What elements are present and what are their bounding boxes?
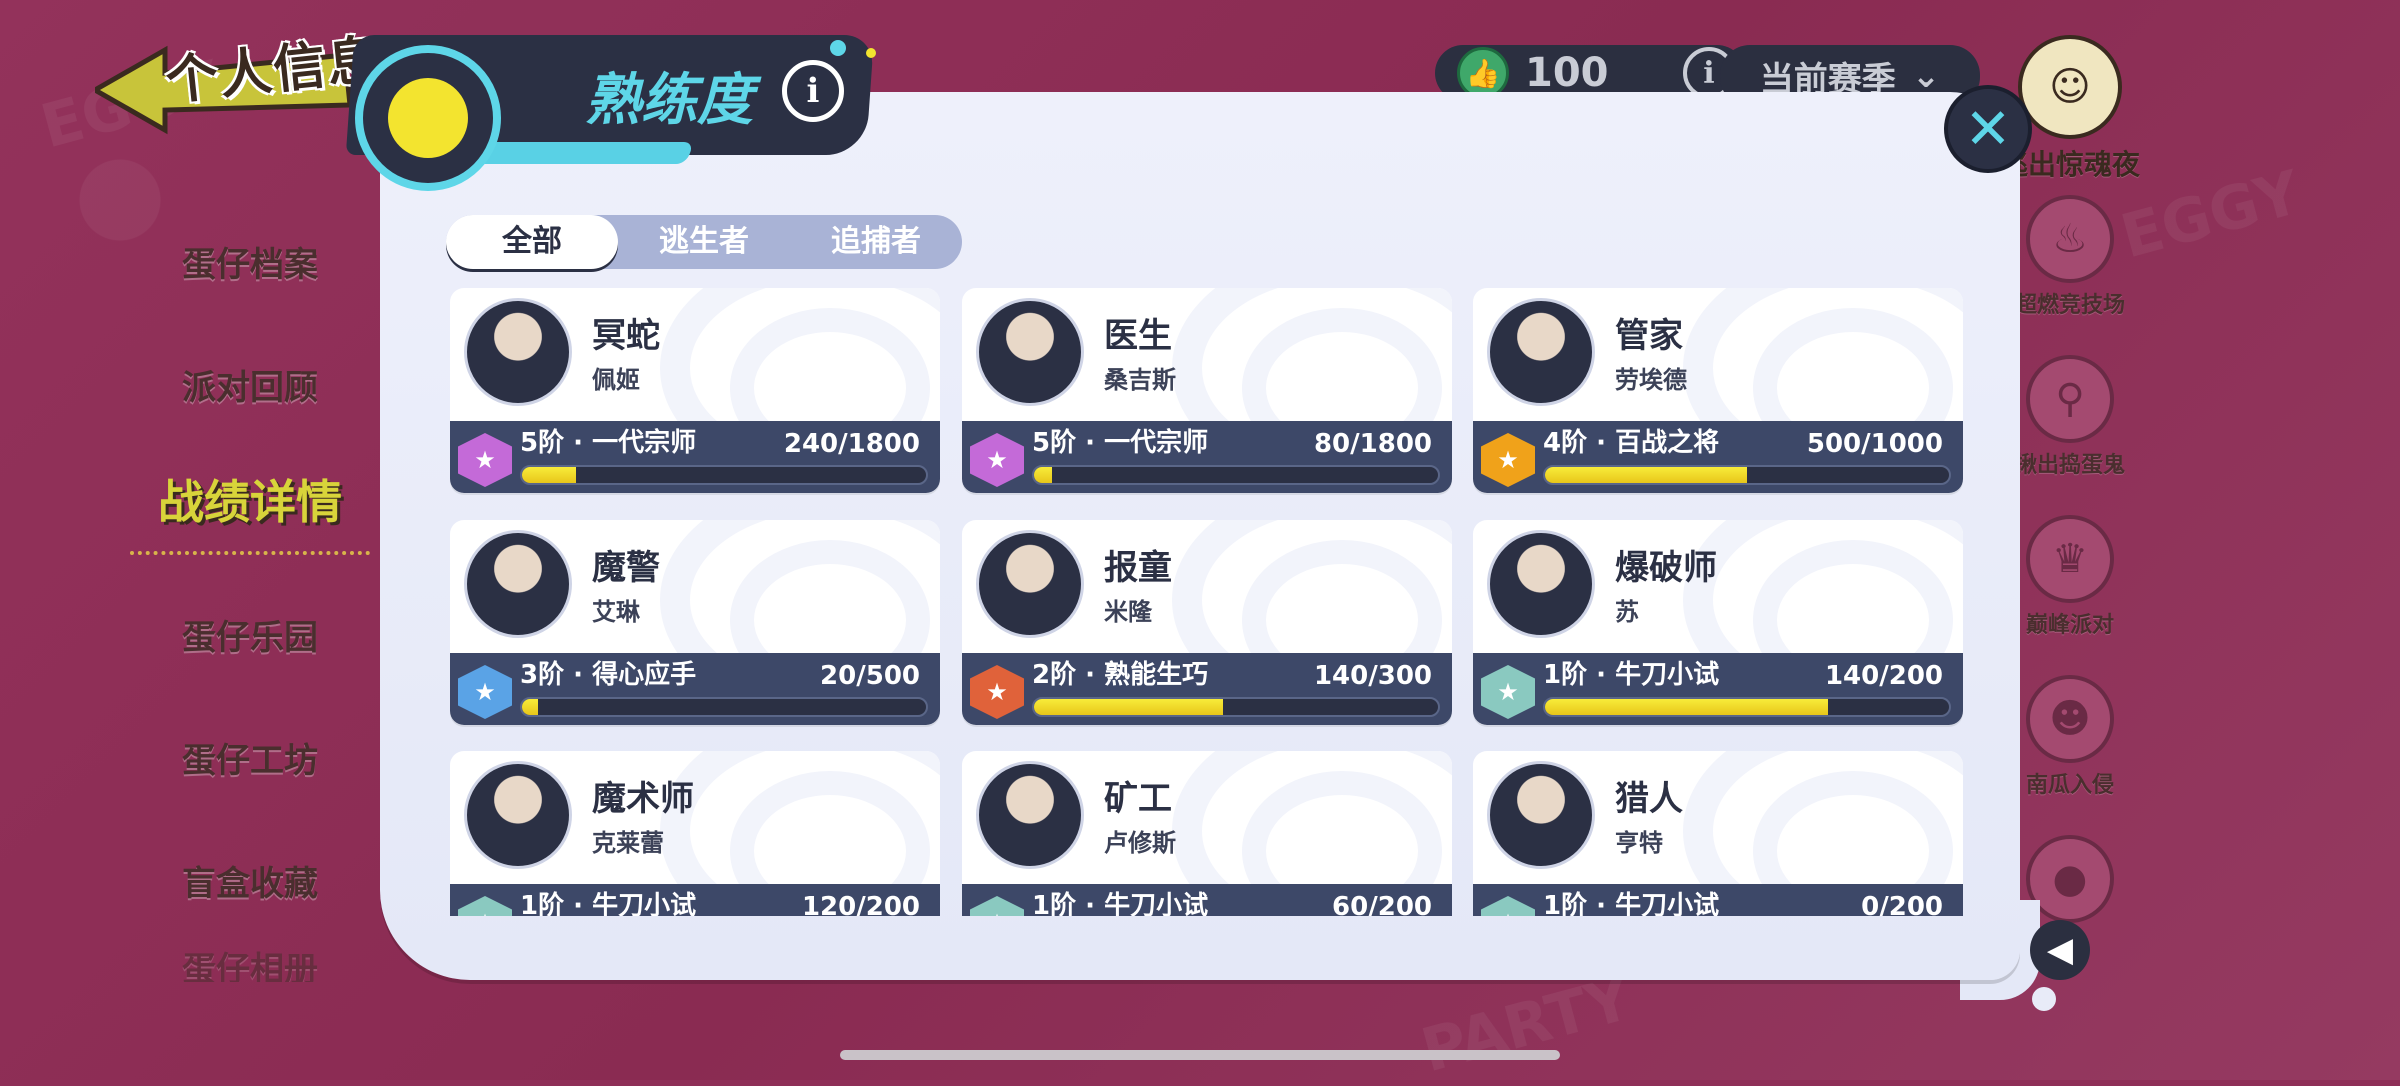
character-name: 爆破师 [1615,548,1717,588]
character-card[interactable]: 报童 米隆 ★ 2阶 · 熟能生巧 140/300 [962,520,1452,725]
character-card[interactable]: 矿工卢修斯★1阶 · 牛刀小试60/200 [962,751,1452,916]
progress-label: 0/200 [1861,892,1943,916]
progress-label: 60/200 [1332,892,1432,916]
progress-fill [1034,699,1223,715]
tab-survivor[interactable]: 逃生者 [618,215,790,269]
character-grid[interactable]: 冥蛇 佩姬 ★ 5阶 · 一代宗师 240/1800 医生 桑吉斯 ★ 5阶 · 一代宗师 80/… [450,288,1965,916]
nav-item-workshop[interactable]: 蛋仔工坊 [130,696,370,819]
tab-hunter[interactable]: 追捕者 [790,215,962,269]
progress-bar [1543,465,1951,485]
trophy-icon: ♛ [2026,515,2114,603]
character-subname: 劳埃德 [1615,366,1687,394]
progress-bar [520,697,928,717]
flame-icon: ♨ [2026,195,2114,283]
panel-dot [2032,987,2056,1011]
nav-item-party-review[interactable]: 派对回顾 [130,323,370,446]
nav-item-album[interactable]: 蛋仔相册 [130,942,370,982]
character-name: 报童 [1104,548,1172,588]
rank-label: 2阶 · 熟能生巧 [1032,660,1209,690]
character-subname: 艾琳 [592,598,640,626]
character-name: 猎人 [1615,779,1683,819]
character-name: 魔警 [592,548,660,588]
chevron-down-icon: ⌄ [1911,56,1941,96]
character-subname: 米隆 [1104,598,1152,626]
character-name: 魔术师 [592,779,694,819]
rank-label: 1阶 · 牛刀小试 [1543,660,1720,690]
panel-title: 熟练度 [585,68,753,133]
progress-fill [522,699,539,715]
character-card[interactable]: 管家 劳埃德 ★ 4阶 · 百战之将 500/1000 [1473,288,1963,493]
info-icon[interactable]: i [782,60,844,122]
decor-dot [830,40,846,56]
currency-amount: 100 [1525,50,1609,96]
progress-fill [1034,467,1052,483]
nav-item-profile[interactable]: 蛋仔档案 [130,200,370,323]
character-name: 医生 [1104,316,1172,356]
progress-fill [1545,467,1747,483]
rank-label: 1阶 · 牛刀小试 [1543,891,1720,916]
progress-bar [1543,697,1951,717]
character-subname: 卢修斯 [1104,829,1176,857]
progress-bar [520,465,928,485]
character-subname: 桑吉斯 [1104,366,1176,394]
progress-fill [522,467,576,483]
character-avatar [976,298,1084,406]
character-card[interactable]: 冥蛇 佩姬 ★ 5阶 · 一代宗师 240/1800 [450,288,940,493]
character-avatar [1487,298,1595,406]
ghost-icon: ☺ [2018,35,2122,139]
character-avatar [1487,530,1595,638]
collapse-button[interactable]: ◀ [2030,920,2090,980]
character-avatar [976,761,1084,869]
pumpkin-icon: ☻ [2026,675,2114,763]
character-subname: 佩姬 [592,366,640,394]
progress-bar [1032,465,1440,485]
rank-label: 3阶 · 得心应手 [520,660,697,690]
rank-label: 1阶 · 牛刀小试 [1032,891,1209,916]
character-subname: 亨特 [1615,829,1663,857]
character-avatar [1487,761,1595,869]
progress-label: 80/1800 [1313,429,1432,459]
progress-label: 240/1800 [783,429,920,459]
character-avatar [464,530,572,638]
left-nav: 蛋仔档案 派对回顾 战绩详情 蛋仔乐园 蛋仔工坊 盲盒收藏 蛋仔相册 [130,200,370,982]
character-name: 冥蛇 [592,316,660,356]
nav-item-match-stats[interactable]: 战绩详情 [130,446,370,555]
rank-label: 5阶 · 一代宗师 [520,428,697,458]
character-name: 矿工 [1104,779,1172,819]
progress-bar [1032,697,1440,717]
progress-label: 500/1000 [1806,429,1943,459]
character-avatar [464,298,572,406]
progress-label: 140/200 [1824,661,1943,691]
egg-logo-icon [355,45,501,191]
rank-label: 1阶 · 牛刀小试 [520,891,697,916]
decor-dot [866,48,876,58]
filter-tabs: 全部 逃生者 追捕者 [446,215,962,269]
tab-all[interactable]: 全部 [446,215,618,269]
character-subname: 克莱蕾 [592,829,664,857]
rank-label: 5阶 · 一代宗师 [1032,428,1209,458]
progress-label: 120/200 [801,892,920,916]
character-card[interactable]: 医生 桑吉斯 ★ 5阶 · 一代宗师 80/1800 [962,288,1452,493]
progress-label: 20/500 [820,661,920,691]
progress-label: 140/300 [1313,661,1432,691]
character-card[interactable]: 魔术师克莱蕾★1阶 · 牛刀小试120/200 [450,751,940,916]
character-card[interactable]: 猎人亨特★1阶 · 牛刀小试0/200 [1473,751,1963,916]
character-card[interactable]: 爆破师苏 ★ 1阶 · 牛刀小试 140/200 [1473,520,1963,725]
nav-item-blindbox[interactable]: 盲盒收藏 [130,819,370,942]
rank-label: 4阶 · 百战之将 [1543,428,1720,458]
home-indicator[interactable] [840,1050,1560,1060]
character-avatar [464,761,572,869]
character-avatar [976,530,1084,638]
title-underline [465,142,695,164]
character-name: 管家 [1615,316,1683,356]
character-card[interactable]: 魔警 艾琳 ★ 3阶 · 得心应手 20/500 [450,520,940,725]
close-button[interactable]: ✕ [1944,85,2032,173]
nav-item-paradise[interactable]: 蛋仔乐园 [130,573,370,696]
magnifier-icon: ⚲ [2026,355,2114,443]
character-subname: 苏 [1615,598,1639,626]
progress-fill [1545,699,1828,715]
